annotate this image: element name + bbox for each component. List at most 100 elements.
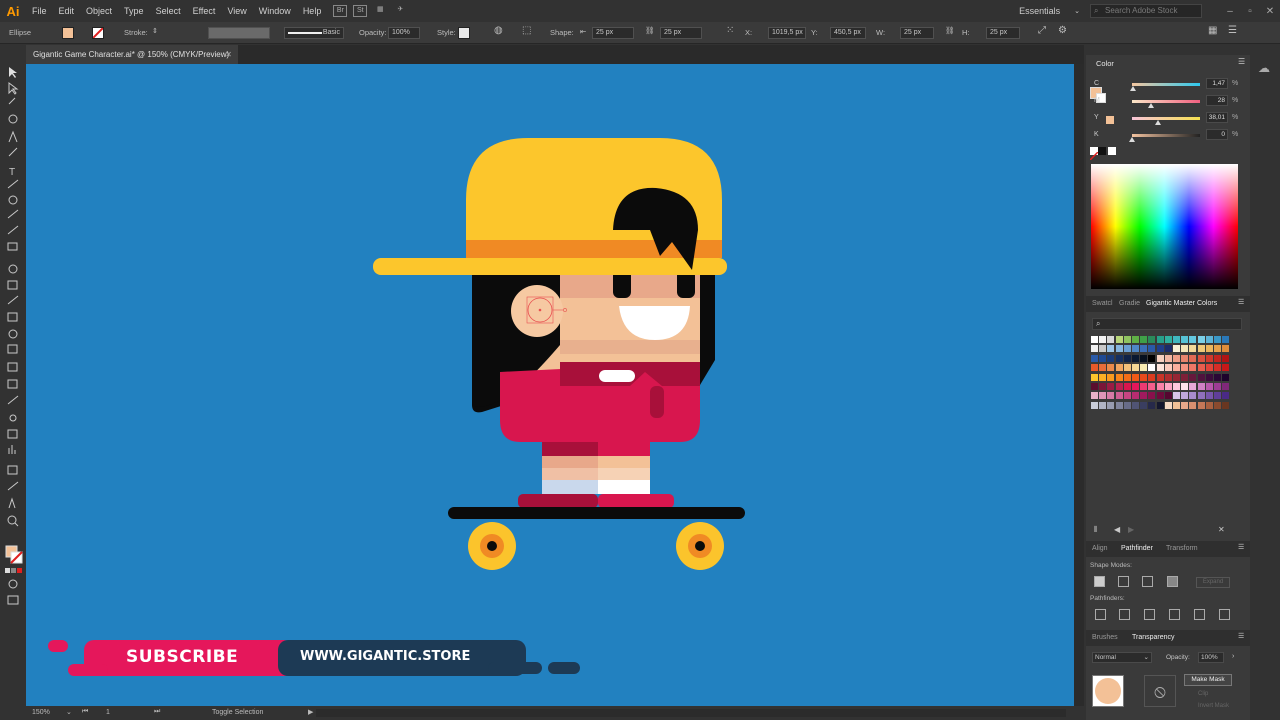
color-swatch[interactable] bbox=[1107, 354, 1115, 362]
color-swatch[interactable] bbox=[1091, 401, 1098, 409]
color-swatch[interactable] bbox=[1181, 354, 1189, 362]
bridge-button[interactable]: Br bbox=[333, 5, 348, 17]
unite-icon[interactable] bbox=[1094, 576, 1105, 587]
close-tab-icon[interactable]: ✕ bbox=[225, 45, 232, 64]
subscribe-text[interactable]: SUBSCRIBE bbox=[126, 647, 238, 667]
color-swatch[interactable] bbox=[1148, 364, 1156, 372]
color-swatch[interactable] bbox=[1123, 392, 1131, 400]
color-swatch[interactable] bbox=[1091, 383, 1098, 390]
color-swatch[interactable] bbox=[1148, 383, 1156, 390]
color-swatch[interactable] bbox=[1148, 345, 1156, 353]
color-swatch[interactable] bbox=[1091, 373, 1098, 381]
color-swatch[interactable] bbox=[1156, 354, 1164, 362]
color-swatch[interactable] bbox=[1205, 336, 1213, 343]
tab-gigantic-master-colors[interactable]: Gigantic Master Colors bbox=[1146, 300, 1217, 307]
color-swatch[interactable] bbox=[1222, 401, 1230, 409]
color-swatch[interactable] bbox=[1164, 336, 1172, 343]
color-swatch[interactable] bbox=[1148, 354, 1156, 362]
color-swatch[interactable] bbox=[1173, 336, 1180, 343]
h-field[interactable]: 25 px bbox=[986, 27, 1020, 39]
x-field[interactable]: 1019,5 px bbox=[768, 27, 806, 39]
channel-track[interactable] bbox=[1132, 83, 1200, 86]
color-swatch[interactable] bbox=[1173, 383, 1180, 390]
shape-width-field[interactable]: 25 px bbox=[592, 27, 634, 39]
menu-help[interactable]: Help bbox=[297, 6, 328, 16]
color-swatch[interactable] bbox=[1222, 364, 1230, 372]
panel-menu-icon[interactable]: ☰ bbox=[1238, 57, 1245, 66]
stock-search-input[interactable]: ⌕ Search Adobe Stock bbox=[1090, 4, 1202, 18]
color-swatch[interactable] bbox=[1107, 336, 1115, 343]
color-swatch[interactable] bbox=[1099, 364, 1107, 372]
color-swatch[interactable] bbox=[1091, 345, 1098, 353]
color-swatch[interactable] bbox=[1205, 345, 1213, 353]
color-swatch[interactable] bbox=[1099, 383, 1107, 390]
color-swatch[interactable] bbox=[1197, 401, 1205, 409]
color-swatch[interactable] bbox=[1173, 373, 1180, 381]
intersect-icon[interactable] bbox=[1142, 576, 1153, 587]
opacity-field[interactable]: 100% bbox=[388, 27, 420, 39]
trim-icon[interactable] bbox=[1119, 609, 1130, 620]
channel-value[interactable]: 0 bbox=[1206, 129, 1228, 140]
color-swatch[interactable] bbox=[1197, 392, 1205, 400]
color-swatch[interactable] bbox=[1115, 373, 1123, 381]
color-swatch[interactable] bbox=[1156, 373, 1164, 381]
color-swatch[interactable] bbox=[1123, 336, 1131, 343]
menu-edit[interactable]: Edit bbox=[53, 6, 81, 16]
color-swatch[interactable] bbox=[1205, 392, 1213, 400]
color-swatch[interactable] bbox=[1107, 364, 1115, 372]
minimize-icon[interactable]: – bbox=[1220, 6, 1240, 17]
color-swatch[interactable] bbox=[1173, 345, 1180, 353]
color-swatch[interactable] bbox=[1197, 354, 1205, 362]
tab-transparency[interactable]: Transparency bbox=[1132, 634, 1175, 641]
merge-icon[interactable] bbox=[1144, 609, 1155, 620]
color-swatch[interactable] bbox=[1091, 392, 1098, 400]
document-tab[interactable]: Gigantic Game Character.ai* @ 150% (CMYK… bbox=[26, 45, 238, 64]
none-swatch[interactable] bbox=[1089, 147, 1099, 161]
color-swatch[interactable] bbox=[1222, 345, 1230, 353]
color-swatch[interactable] bbox=[1115, 401, 1123, 409]
panel-menu-icon[interactable]: ☰ bbox=[1238, 298, 1244, 306]
status-menu-icon[interactable]: ▶ bbox=[308, 708, 313, 716]
color-swatch[interactable] bbox=[1123, 383, 1131, 390]
artboard-number[interactable]: 1 bbox=[106, 709, 110, 716]
color-swatch[interactable] bbox=[1197, 383, 1205, 390]
color-swatch[interactable] bbox=[1173, 392, 1180, 400]
transform-icon[interactable]: ⤢ bbox=[1038, 25, 1046, 36]
y-field[interactable]: 450,5 px bbox=[830, 27, 866, 39]
menu-file[interactable]: File bbox=[26, 6, 53, 16]
menu-type[interactable]: Type bbox=[118, 6, 150, 16]
panel-menu-icon[interactable]: ☰ bbox=[1238, 632, 1244, 640]
color-swatch[interactable] bbox=[1132, 383, 1139, 390]
color-swatch[interactable] bbox=[1189, 345, 1197, 353]
color-swatch[interactable] bbox=[1173, 364, 1180, 372]
color-swatch[interactable] bbox=[1107, 392, 1115, 400]
artboard-nav-last-icon[interactable]: ⏭ bbox=[154, 708, 160, 716]
color-swatch[interactable] bbox=[1132, 354, 1139, 362]
color-spectrum[interactable] bbox=[1091, 164, 1238, 289]
color-swatch[interactable] bbox=[1164, 345, 1172, 353]
color-swatch[interactable] bbox=[1115, 336, 1123, 343]
color-swatch[interactable] bbox=[1132, 364, 1139, 372]
workspace-chevron-icon[interactable]: ⌄ bbox=[1074, 7, 1080, 15]
color-swatch[interactable] bbox=[1156, 364, 1164, 372]
color-swatch[interactable] bbox=[1189, 373, 1197, 381]
color-swatch[interactable] bbox=[1123, 401, 1131, 409]
stroke-weight-stepper[interactable]: ⇕ bbox=[152, 27, 158, 35]
color-swatch[interactable] bbox=[1115, 345, 1123, 353]
color-swatch[interactable] bbox=[1156, 345, 1164, 353]
zoom-chevron-icon[interactable]: ⌄ bbox=[66, 708, 72, 716]
color-swatch[interactable] bbox=[1164, 364, 1172, 372]
stroke-swatch[interactable] bbox=[92, 27, 104, 39]
channel-track[interactable] bbox=[1132, 134, 1200, 137]
color-swatch[interactable] bbox=[1189, 392, 1197, 400]
color-swatch[interactable] bbox=[1099, 392, 1107, 400]
gpu-performance-icon[interactable]: ✈ bbox=[393, 5, 407, 17]
color-swatch[interactable] bbox=[1189, 383, 1197, 390]
exclude-icon[interactable] bbox=[1167, 576, 1178, 587]
channel-thumb[interactable] bbox=[1154, 120, 1161, 125]
color-swatch[interactable] bbox=[1099, 354, 1107, 362]
color-swatch[interactable] bbox=[1099, 401, 1107, 409]
color-swatch[interactable] bbox=[1181, 383, 1189, 390]
color-swatch[interactable] bbox=[1123, 345, 1131, 353]
color-swatch[interactable] bbox=[1189, 401, 1197, 409]
